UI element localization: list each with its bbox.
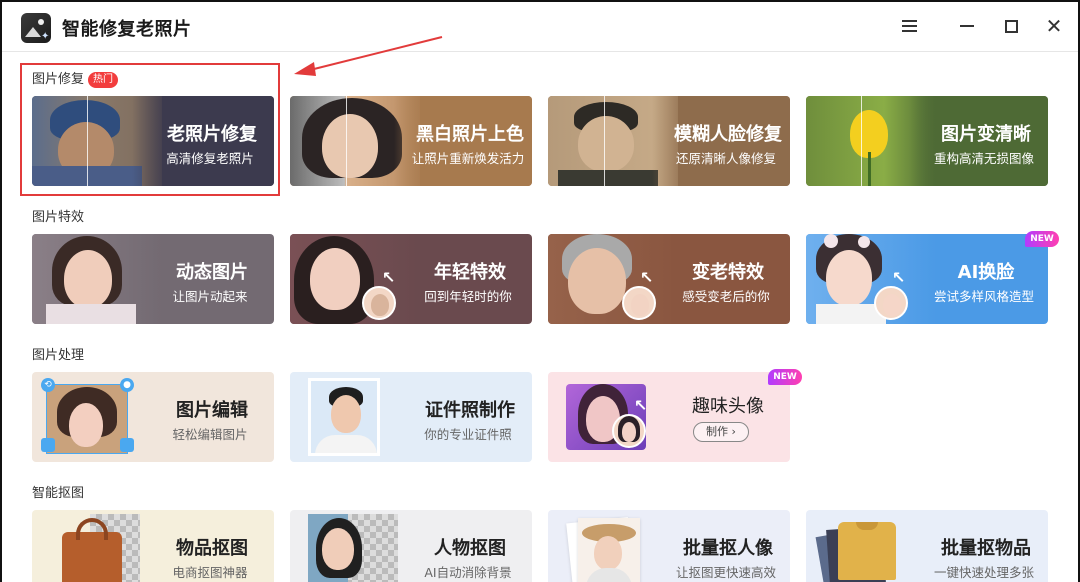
card-image — [32, 234, 162, 324]
card-image — [290, 372, 420, 462]
card-title: 老照片修复 — [167, 124, 257, 145]
card-face-swap[interactable]: ↖ AI换脸 尝试多样风格造型 — [806, 234, 1048, 324]
card-title: 物品抠图 — [176, 538, 248, 559]
card-title: 批量抠人像 — [683, 538, 773, 559]
card-image: ↖ — [806, 234, 936, 324]
card-title: 趣味头像 — [692, 396, 764, 417]
card-subtitle: 轻松编辑图片 — [172, 427, 248, 442]
card-older[interactable]: ↖ 变老特效 感受变老后的你 — [548, 234, 790, 324]
card-subtitle: 让照片重新焕发活力 — [411, 151, 525, 166]
card-title: 黑白照片上色 — [416, 124, 524, 145]
minimize-icon[interactable] — [955, 14, 979, 38]
annotation-arrow-icon — [294, 36, 443, 76]
section-title-effects: 图片特效 — [32, 210, 85, 225]
section-title-cutout: 智能抠图 — [32, 486, 85, 501]
avatar-bubble — [874, 286, 908, 320]
card-id-photo[interactable]: 证件照制作 你的专业证件照 — [290, 372, 532, 462]
card-image — [32, 510, 162, 582]
card-image — [290, 510, 420, 582]
card-subtitle: 重构高清无损图像 — [933, 151, 1034, 166]
card-image — [548, 510, 678, 582]
arrow-up-icon: ↖ — [892, 268, 906, 287]
card-blur-face-repair[interactable]: 模糊人脸修复 还原清晰人像修复 — [548, 96, 790, 186]
card-animate[interactable]: 动态图片 让图片动起来 — [32, 234, 274, 324]
layer-icon — [41, 438, 55, 452]
card-image: ↖ — [290, 234, 420, 324]
make-button[interactable]: 制作 › — [693, 422, 749, 442]
card-image: ↖ — [548, 234, 678, 324]
card-title: 年轻特效 — [434, 262, 506, 283]
card-subtitle: AI自动消除背景 — [424, 565, 512, 580]
card-batch-product-cutout[interactable]: 批量抠物品 一键快速处理多张 — [806, 510, 1048, 582]
card-subtitle: 还原清晰人像修复 — [675, 151, 776, 166]
card-batch-person-cutout[interactable]: 批量抠人像 让抠图更快速高效 — [548, 510, 790, 582]
card-image: ⟲ ● — [32, 372, 162, 462]
maximize-icon[interactable] — [999, 14, 1023, 38]
drop-icon: ● — [120, 378, 134, 392]
avatar-bubble — [622, 286, 656, 320]
card-subtitle: 一键快速处理多张 — [933, 565, 1034, 580]
card-subtitle: 让抠图更快速高效 — [675, 565, 776, 580]
avatar-bubble — [362, 286, 396, 320]
card-subtitle: 回到年轻时的你 — [424, 289, 512, 304]
card-title: 证件照制作 — [425, 400, 515, 421]
arrow-up-icon: ↖ — [634, 396, 648, 415]
app-window: ✦ 智能修复老照片 ✕ 图片修复 热门 老照片修复 高清修复老照片 黑白照片上色… — [0, 0, 1080, 582]
card-subtitle: 感受变老后的你 — [682, 289, 770, 304]
card-fun-avatar[interactable]: ↖ 趣味头像 制作 › — [548, 372, 790, 462]
card-person-cutout[interactable]: 人物抠图 AI自动消除背景 — [290, 510, 532, 582]
card-subtitle: 让图片动起来 — [172, 289, 248, 304]
card-colorize[interactable]: 黑白照片上色 让照片重新焕发活力 — [290, 96, 532, 186]
section-title-process: 图片处理 — [32, 348, 85, 363]
app-logo-icon: ✦ — [21, 13, 51, 43]
card-image: ↖ — [548, 372, 678, 462]
arrow-up-icon: ↖ — [382, 268, 396, 287]
card-title: AI换脸 — [957, 262, 1015, 283]
new-badge: NEW — [768, 369, 802, 385]
card-subtitle: 你的专业证件照 — [424, 427, 512, 442]
card-title: 图片变清晰 — [941, 124, 1031, 145]
new-badge: NEW — [1025, 231, 1059, 247]
card-title: 模糊人脸修复 — [674, 124, 782, 145]
title-bar: ✦ 智能修复老照片 ✕ — [2, 2, 1078, 52]
card-title: 批量抠物品 — [941, 538, 1031, 559]
arrow-up-icon: ↖ — [640, 268, 654, 287]
card-title: 人物抠图 — [434, 538, 506, 559]
card-title: 图片编辑 — [176, 400, 248, 421]
card-subtitle: 电商抠图神器 — [172, 565, 248, 580]
card-title: 动态图片 — [176, 262, 248, 283]
card-image — [806, 510, 936, 582]
card-subtitle: 高清修复老照片 — [166, 151, 254, 166]
crop-icon — [120, 438, 134, 452]
menu-icon[interactable] — [897, 14, 921, 38]
card-image-edit[interactable]: ⟲ ● 图片编辑 轻松编辑图片 — [32, 372, 274, 462]
chevron-right-icon: › — [731, 425, 736, 438]
card-title: 变老特效 — [692, 262, 764, 283]
app-title: 智能修复老照片 — [62, 19, 192, 40]
card-old-photo-repair[interactable]: 老照片修复 高清修复老照片 — [32, 96, 274, 186]
adjust-icon: ⟲ — [41, 378, 55, 392]
card-sharpen[interactable]: 图片变清晰 重构高清无损图像 — [806, 96, 1048, 186]
close-icon[interactable]: ✕ — [1042, 14, 1066, 38]
card-product-cutout[interactable]: 物品抠图 电商抠图神器 — [32, 510, 274, 582]
card-younger[interactable]: ↖ 年轻特效 回到年轻时的你 — [290, 234, 532, 324]
avatar-bubble — [612, 414, 646, 448]
card-subtitle: 尝试多样风格造型 — [933, 289, 1034, 304]
